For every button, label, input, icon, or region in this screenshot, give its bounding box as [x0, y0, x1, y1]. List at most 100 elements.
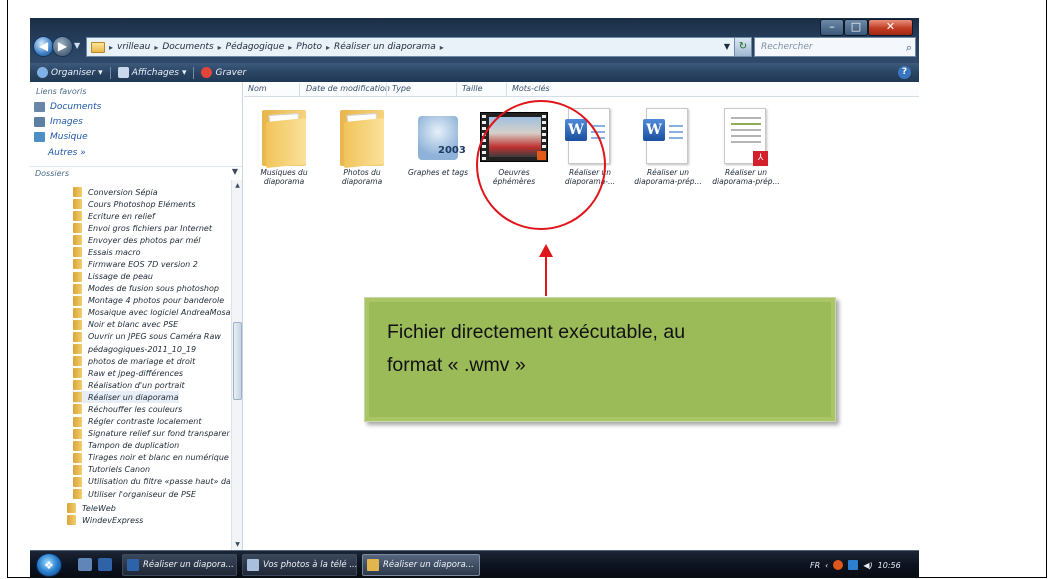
breadcrumb-realiser-diaporama[interactable]: Réaliser un diaporama: [334, 42, 436, 52]
scroll-thumb[interactable]: [233, 322, 242, 400]
burn-button[interactable]: Graver: [198, 67, 249, 78]
minimize-button[interactable]: –: [820, 19, 844, 36]
refresh-button[interactable]: ↻: [734, 37, 752, 57]
column-name[interactable]: Nom: [248, 84, 267, 93]
tree-item[interactable]: Tampon de duplication: [73, 440, 179, 452]
folder-icon: [73, 199, 82, 210]
folder-icon: [73, 307, 82, 318]
network-icon[interactable]: [848, 560, 859, 570]
tree-item[interactable]: Raw et jpeg-différences: [73, 367, 183, 379]
close-button[interactable]: ✕: [868, 19, 913, 36]
maximize-button[interactable]: □: [844, 19, 868, 36]
column-type[interactable]: Type: [392, 84, 411, 93]
show-desktop-icon[interactable]: [78, 558, 92, 571]
tree-item[interactable]: Envoyer des photos par mél: [73, 234, 201, 246]
tree-item[interactable]: Ecriture en relief: [73, 210, 155, 222]
file-item[interactable]: 2003 Graphes et tags: [402, 102, 474, 177]
views-button[interactable]: Affichages ▾: [115, 67, 190, 78]
chevron-right-icon: ▸: [154, 42, 159, 52]
task-label: Vos photos à la télé ...: [263, 560, 358, 570]
tree-item[interactable]: Utilisation du filtre «passe haut» dans: [73, 476, 230, 488]
column-divider[interactable]: [456, 83, 457, 96]
tree-item[interactable]: Firmware EOS 7D version 2: [73, 258, 198, 270]
tree-item[interactable]: Cours Photoshop Eléments: [73, 198, 195, 210]
folder-icon: [73, 380, 82, 391]
folders-header[interactable]: Dossiers ▼: [30, 166, 242, 180]
scroll-down-icon[interactable]: ▼: [232, 539, 243, 550]
file-item[interactable]: ⅄ Réaliser un diaporama-prép...: [710, 102, 782, 186]
breadcrumb-documents[interactable]: Documents: [162, 42, 213, 52]
back-button[interactable]: ◀: [33, 36, 54, 57]
column-date[interactable]: Date de modification: [306, 84, 390, 93]
tree-root-item[interactable]: WindevExpress: [67, 514, 143, 526]
tree-item[interactable]: Réalisation d'un portrait: [73, 379, 185, 391]
file-item[interactable]: W Réaliser un diaporama-prép...: [632, 102, 704, 186]
clock[interactable]: 10:56: [878, 561, 901, 570]
tree-item[interactable]: Tutoriels Canon: [73, 464, 150, 476]
breadcrumb-pedagogique[interactable]: Pédagogique: [226, 42, 285, 52]
history-dropdown-icon[interactable]: ▼: [74, 41, 80, 50]
tree-item[interactable]: Tirages noir et blanc en numérique: [73, 452, 229, 464]
folder-icon: [73, 283, 82, 294]
tree-item[interactable]: photos de mariage et droit: [73, 355, 195, 367]
tree-item[interactable]: Utiliser l'organiseur de PSE: [73, 488, 196, 500]
more-links[interactable]: Autres »: [48, 148, 86, 158]
organize-button[interactable]: Organiser ▾: [34, 67, 106, 78]
column-header-row: Nom Date de modification Type Taille Mot…: [244, 82, 919, 97]
column-keywords[interactable]: Mots-clés: [512, 84, 550, 93]
column-divider[interactable]: [299, 83, 300, 96]
taskbar-button-diaporama-1[interactable]: Réaliser un diapora...: [122, 554, 237, 576]
tree-item-label: Lissage de peau: [88, 272, 153, 282]
breadcrumb-photo[interactable]: Photo: [296, 42, 322, 52]
chevron-down-icon: ▼: [231, 167, 238, 176]
taskbar-button-photos-tele[interactable]: Vos photos à la télé ...: [242, 554, 357, 576]
search-input[interactable]: Rechercher ⌕: [754, 37, 916, 57]
tree-item[interactable]: Régler contraste localement: [73, 416, 201, 428]
file-item[interactable]: Musiques du diaporama: [248, 102, 320, 186]
column-divider[interactable]: [506, 83, 507, 96]
tree-item[interactable]: Réchouffer les couleurs: [73, 403, 182, 415]
chevron-right-icon: ▸: [288, 42, 293, 52]
tree-item[interactable]: Modes de fusion sous photoshop: [73, 283, 219, 295]
search-icon[interactable]: ⌕: [906, 41, 912, 55]
tree-item-label: Utilisation du filtre «passe haut» dans: [88, 477, 230, 487]
column-divider[interactable]: [386, 83, 387, 96]
tree-root-item[interactable]: TeleWeb: [67, 502, 116, 514]
tree-item[interactable]: Mosaique avec logiciel AndreaMosaic: [73, 307, 230, 319]
tree-item[interactable]: pédagogiques-2011_10_19: [73, 343, 196, 355]
volume-icon[interactable]: ◀): [863, 561, 872, 570]
document-icon: [247, 559, 259, 571]
address-bar[interactable]: ▸ vrilleau ▸ Documents ▸ Pédagogique ▸ P…: [86, 37, 746, 57]
switch-windows-icon[interactable]: [98, 558, 112, 571]
tree-item[interactable]: Lissage de peau: [73, 271, 153, 283]
favorite-documents[interactable]: Documents: [34, 102, 101, 112]
tree-item[interactable]: Réaliser un diaporama: [73, 391, 179, 404]
column-size[interactable]: Taille: [462, 84, 483, 93]
arrow-left-icon: ◀: [38, 39, 49, 53]
language-indicator[interactable]: FR: [810, 561, 820, 570]
tree-item[interactable]: Ouvrir un JPEG sous Caméra Raw: [73, 331, 221, 343]
tree-scrollbar[interactable]: ▲ ▼: [231, 180, 242, 550]
tree-item-label: TeleWeb: [82, 503, 116, 513]
address-dropdown-icon[interactable]: ▼: [720, 37, 734, 57]
tree-item[interactable]: Noir et blanc avec PSE: [73, 319, 178, 331]
security-icon[interactable]: [833, 560, 844, 570]
start-button[interactable]: ❖: [36, 553, 62, 577]
taskbar-button-diaporama-2[interactable]: Réaliser un diapora...: [362, 554, 480, 576]
help-icon[interactable]: ?: [898, 66, 911, 79]
tree-item[interactable]: Essais macro: [73, 246, 141, 258]
file-label: Réaliser un diaporama-prép...: [712, 168, 780, 186]
forward-button[interactable]: ▶: [52, 36, 73, 57]
tree-item[interactable]: Conversion Sépia: [73, 186, 158, 198]
favorite-music[interactable]: Musique: [34, 132, 88, 142]
breadcrumb-vrilleau[interactable]: vrilleau: [117, 42, 150, 52]
tree-item-label: Cours Photoshop Eléments: [88, 199, 196, 209]
tree-item[interactable]: Montage 4 photos pour banderole: [73, 295, 224, 307]
tree-item[interactable]: Signature relief sur fond transparent: [73, 428, 230, 440]
scroll-up-icon[interactable]: ▲: [232, 180, 243, 191]
tray-expand-icon[interactable]: ‹: [825, 561, 828, 570]
tree-item[interactable]: Envoi gros fichiers par Internet: [73, 222, 212, 234]
file-item[interactable]: Photos du diaporama: [326, 102, 398, 186]
favorite-images[interactable]: Images: [34, 117, 83, 127]
tree-item-label: Régler contraste localement: [88, 417, 202, 427]
